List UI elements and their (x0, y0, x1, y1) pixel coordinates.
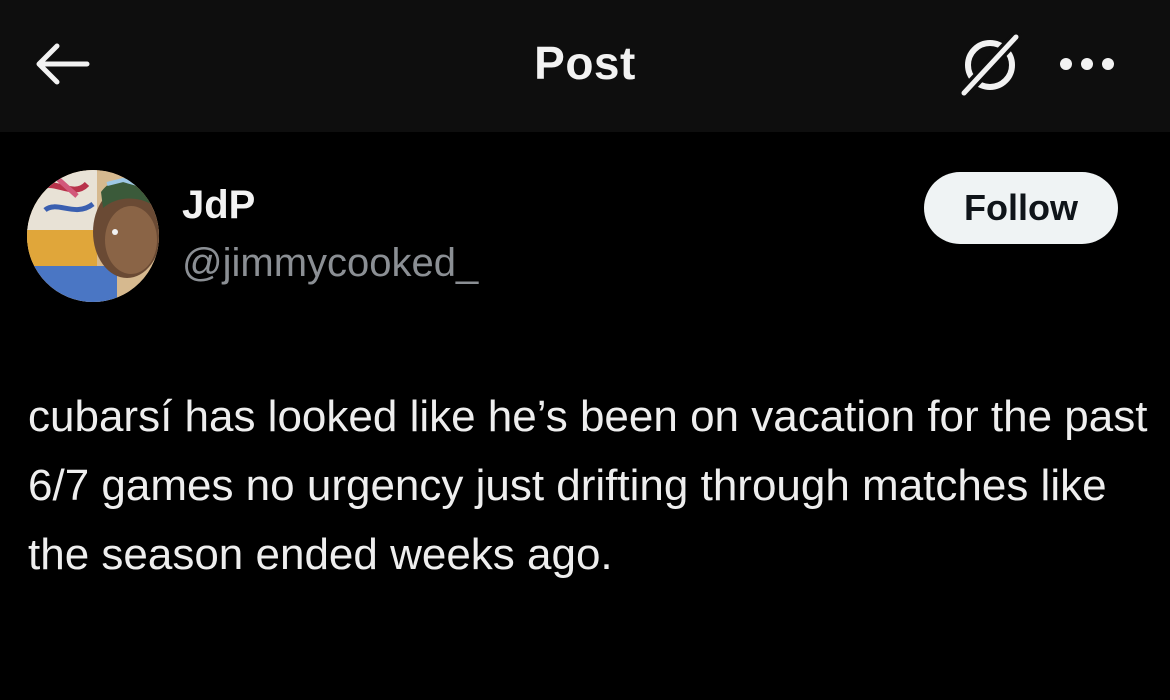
more-options-button[interactable] (1052, 40, 1122, 92)
top-navigation-bar: Post (0, 0, 1170, 132)
author-display-name[interactable]: JdP (182, 183, 255, 228)
avatar[interactable] (27, 170, 159, 302)
grok-button[interactable] (950, 30, 1030, 104)
follow-button[interactable]: Follow (924, 172, 1118, 244)
grok-slash-icon (954, 30, 1026, 104)
author-handle[interactable]: @jimmycooked_ (182, 241, 478, 286)
post-text: cubarsí has looked like he’s been on vac… (28, 392, 1148, 579)
more-horizontal-icon (1059, 57, 1115, 76)
avatar-image (27, 170, 159, 302)
